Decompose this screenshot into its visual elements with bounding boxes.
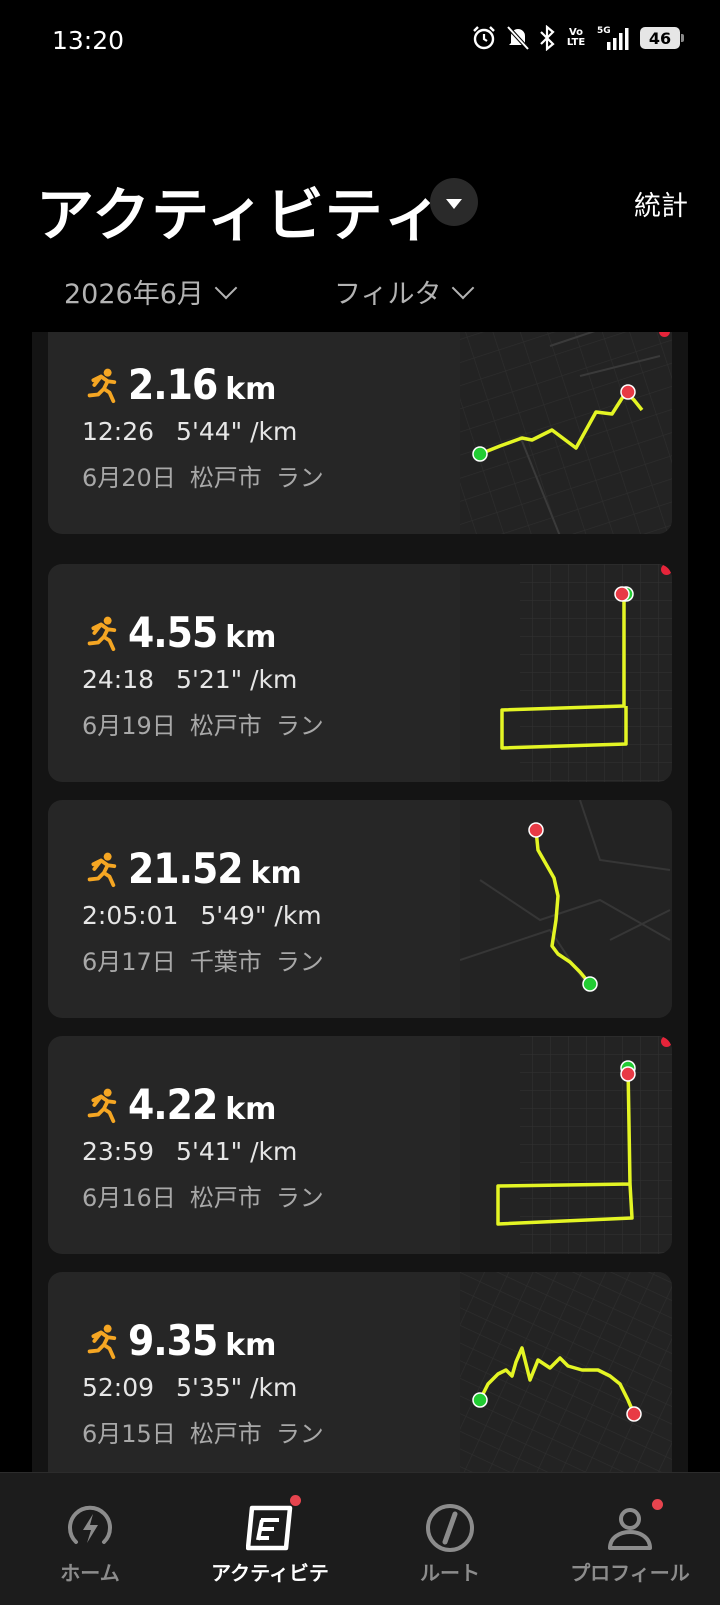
nav-home-label: ホーム (60, 1561, 120, 1585)
activity-type: ラン (275, 1184, 324, 1212)
activity-type: ラン (275, 464, 324, 492)
notification-badge (652, 1499, 663, 1510)
month-selector[interactable]: 2026年6月 (64, 272, 238, 311)
activity-card[interactable]: 9.35 km 52:09 5'35" /km 6月15日 松戸市 ラン (48, 1272, 672, 1472)
filter-selector-label: フィルタ (334, 279, 442, 310)
chevron-down-icon (452, 276, 475, 299)
caret-down-icon (446, 198, 462, 209)
route-map (460, 564, 672, 782)
distance-unit: km (225, 1092, 277, 1127)
activity-pace: 5'44" /km (176, 417, 298, 446)
activity-place: 松戸市 (189, 464, 262, 492)
notification-badge (290, 1495, 301, 1506)
activity-pace: 5'35" /km (176, 1373, 298, 1402)
activity-place: 千葉市 (189, 948, 262, 976)
mute-bell-icon (506, 25, 530, 51)
new-indicator-dot (661, 564, 672, 575)
nav-profile[interactable]: プロフィール (540, 1473, 720, 1605)
compass-icon (423, 1501, 477, 1555)
activity-place: 松戸市 (189, 712, 262, 740)
chevron-down-icon (214, 276, 238, 299)
activity-info: 21.52 km 2:05:01 5'49" /km 6月17日 千葉市 ラン (82, 844, 324, 977)
status-icons: Vo LTE 5G 46 (471, 24, 684, 52)
volte-icon: Vo LTE (566, 27, 586, 48)
route-map (460, 332, 672, 534)
status-time: 13:20 (52, 26, 125, 55)
route-map (460, 1036, 672, 1254)
page-title: アクティビテ​ィ (36, 181, 443, 249)
running-icon (87, 616, 117, 651)
bolt-icon (63, 1501, 117, 1555)
nav-home[interactable]: ホーム (0, 1473, 180, 1605)
activity-date: 6月17日 (82, 948, 176, 976)
filter-selector[interactable]: フィルタ (334, 272, 475, 311)
nav-route-label: ルート (420, 1561, 480, 1585)
activity-place: 松戸市 (189, 1184, 262, 1212)
activity-pace: 5'21" /km (176, 665, 298, 694)
activity-type: ラン (275, 712, 324, 740)
activity-date: 6月20日 (82, 464, 176, 492)
activity-place: 松戸市 (189, 1420, 262, 1448)
route-map (460, 800, 672, 1018)
distance-unit: km (225, 620, 277, 655)
activity-card[interactable]: 4.22 km 23:59 5'41" /km 6月16日 松戸市 ラン (48, 1036, 672, 1254)
activity-card[interactable]: 2.16 km 12:26 5'44" /km 6月20日 松戸市 ラン (48, 332, 672, 534)
activity-distance: 4.55 (128, 608, 218, 657)
activity-card[interactable]: 21.52 km 2:05:01 5'49" /km 6月17日 千葉市 ラン (48, 800, 672, 1018)
activity-pace: 5'49" /km (200, 901, 322, 930)
activity-distance: 2.16 (128, 360, 218, 409)
activity-type: ラン (275, 1420, 324, 1448)
bottom-nav: ホーム アクティビテ ルート プロフィール (0, 1472, 720, 1605)
activity-duration: 23:59 (82, 1137, 155, 1166)
activity-distance: 9.35 (128, 1316, 218, 1365)
new-indicator-dot (661, 1036, 672, 1047)
nav-route[interactable]: ルート (360, 1473, 540, 1605)
activity-date: 6月19日 (82, 712, 176, 740)
activity-duration: 52:09 (82, 1373, 155, 1402)
activity-pace: 5'41" /km (176, 1137, 298, 1166)
activity-card[interactable]: 4.55 km 24:18 5'21" /km 6月19日 松戸市 ラン (48, 564, 672, 782)
activity-info: 9.35 km 52:09 5'35" /km 6月15日 松戸市 ラン (82, 1316, 324, 1449)
user-icon (603, 1499, 663, 1555)
activity-duration: 2:05:01 (82, 901, 179, 930)
running-icon (87, 1324, 117, 1359)
activity-type: ラン (275, 948, 324, 976)
route-map (460, 1272, 672, 1472)
activity-list[interactable]: 2.16 km 12:26 5'44" /km 6月20日 松戸市 ラン 4.55 k… (32, 332, 688, 1472)
activity-date: 6月16日 (82, 1184, 176, 1212)
activity-info: 4.22 km 23:59 5'41" /km 6月16日 松戸市 ラン (82, 1080, 324, 1213)
activity-duration: 24:18 (82, 665, 155, 694)
activity-duration: 12:26 (82, 417, 155, 446)
title-dropdown-button[interactable] (430, 178, 478, 226)
running-icon (87, 368, 117, 403)
signal-icon: 5G (597, 24, 631, 52)
bluetooth-icon (539, 25, 555, 51)
nav-profile-label: プロフィール (570, 1561, 690, 1585)
activity-distance: 4.22 (128, 1080, 218, 1129)
running-icon (87, 852, 117, 887)
distance-unit: km (250, 856, 302, 891)
filter-bar: 2026年6月 フィルタ (0, 272, 720, 316)
activity-info: 2.16 km 12:26 5'44" /km 6月20日 松戸市 ラン (82, 360, 324, 493)
stats-link[interactable]: 統計 (634, 184, 688, 223)
activity-log-icon (243, 1495, 301, 1555)
nav-activity-label: アクティビテ (211, 1561, 329, 1585)
svg-text:5G: 5G (597, 26, 611, 36)
activity-distance: 21.52 (128, 844, 244, 893)
status-bar: 13:20 Vo LTE 5G 46 (0, 0, 720, 84)
activity-date: 6月15日 (82, 1420, 176, 1448)
activity-info: 4.55 km 24:18 5'21" /km 6月19日 松戸市 ラン (82, 608, 324, 741)
distance-unit: km (225, 372, 277, 407)
battery-icon: 46 (640, 27, 684, 49)
alarm-icon (471, 25, 497, 51)
distance-unit: km (225, 1328, 277, 1363)
nav-activity[interactable]: アクティビテ (180, 1473, 360, 1605)
running-icon (87, 1088, 117, 1123)
month-selector-label: 2026年6月 (64, 279, 204, 310)
